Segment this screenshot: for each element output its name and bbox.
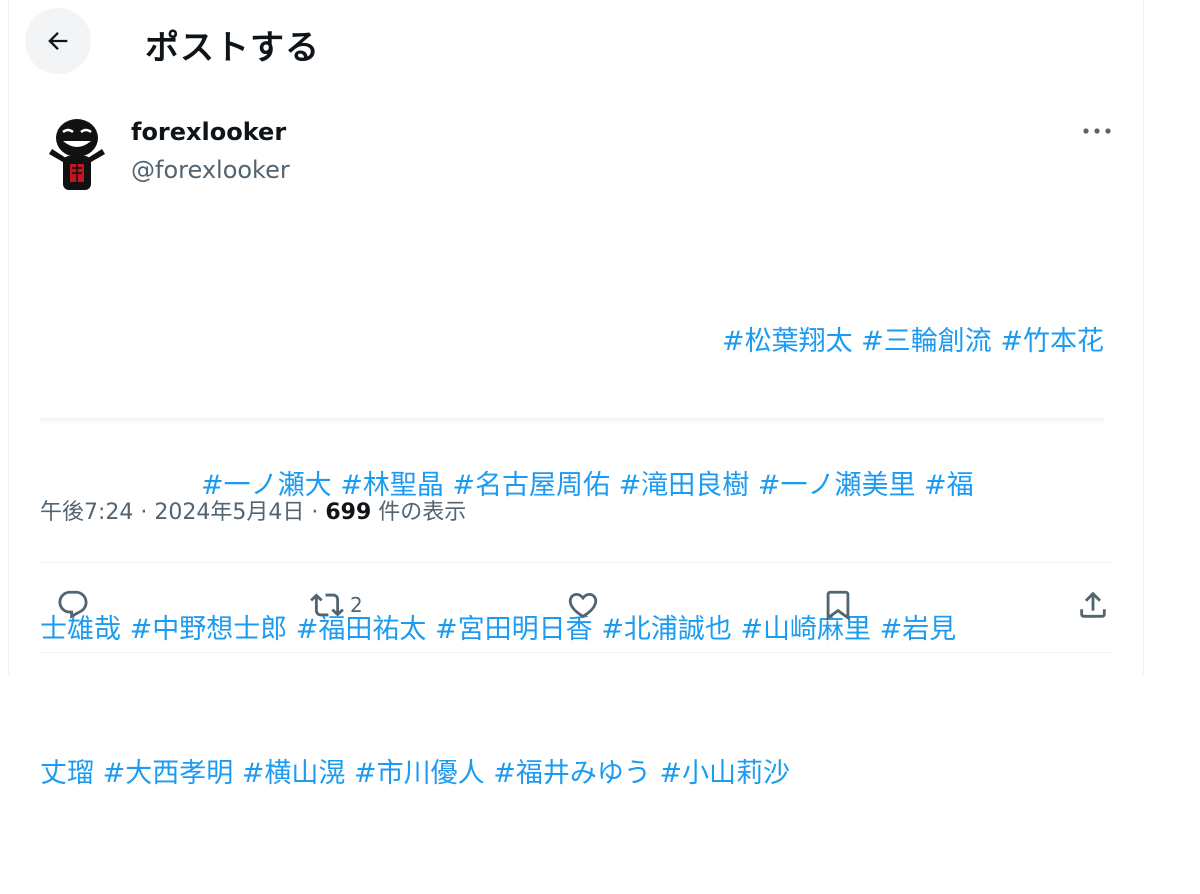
bookmark-icon xyxy=(826,590,850,621)
retweet-icon xyxy=(310,593,344,617)
divider xyxy=(40,562,1114,563)
heart-icon xyxy=(568,592,598,618)
post-detail-panel: ポストする forexlooker @forexlooker #松葉翔太 #三輪… xyxy=(8,0,1144,789)
action-bar: 2 xyxy=(40,578,1114,638)
smiling-black-figure-avatar xyxy=(49,119,105,190)
post-meta: 午後7:24 · 2024年5月4日 · 699 件の表示 xyxy=(40,494,466,526)
faded-text-remnant xyxy=(40,418,1104,424)
views-label: 件の表示 xyxy=(371,500,467,525)
meta-separator: · xyxy=(304,500,326,525)
divider xyxy=(40,652,1114,653)
hashtag-line[interactable]: 丈瑠 #大西孝明 #横山滉 #市川優人 #福井みゆう #小山莉沙 xyxy=(40,750,1104,798)
retweet-button[interactable]: 2 xyxy=(310,588,363,622)
reply-icon xyxy=(58,590,88,619)
like-button[interactable] xyxy=(566,588,600,622)
post-text: #松葉翔太 #三輪創流 #竹本花 #一ノ瀬大 #林聖晶 #名古屋周佑 #滝田良樹… xyxy=(40,222,1104,894)
reply-button[interactable] xyxy=(56,588,90,622)
post-date[interactable]: 2024年5月4日 xyxy=(154,500,304,525)
more-horizontal-icon xyxy=(1083,128,1111,134)
avatar[interactable] xyxy=(41,114,113,194)
author-display-name[interactable]: forexlooker xyxy=(131,118,286,146)
more-options-button[interactable] xyxy=(1079,116,1115,146)
back-button[interactable] xyxy=(25,8,91,74)
meta-separator: · xyxy=(133,500,155,525)
page-title: ポストする xyxy=(145,28,320,68)
post-time[interactable]: 午後7:24 xyxy=(40,500,133,525)
share-button[interactable] xyxy=(1076,588,1110,622)
share-icon xyxy=(1080,591,1106,618)
retweet-count: 2 xyxy=(350,593,363,617)
bookmark-button[interactable] xyxy=(821,588,855,622)
views-count: 699 xyxy=(325,500,372,525)
hashtag-line[interactable]: #松葉翔太 #三輪創流 #竹本花 xyxy=(40,318,1104,366)
header-bar: ポストする xyxy=(9,0,1143,84)
arrow-left-icon xyxy=(48,32,68,50)
author-handle[interactable]: @forexlooker xyxy=(131,156,290,184)
